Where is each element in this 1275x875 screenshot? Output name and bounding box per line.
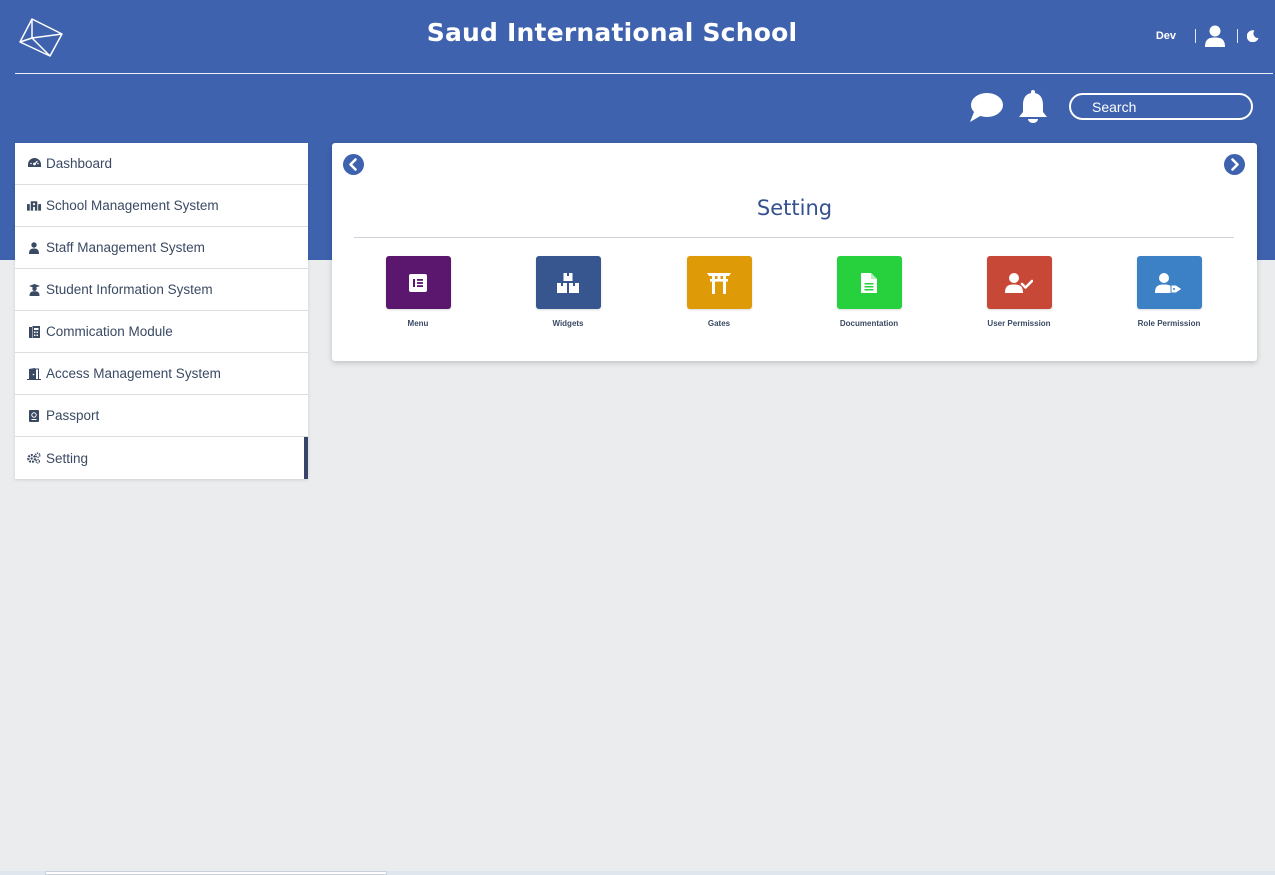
tile-label: Documentation: [839, 319, 899, 328]
tile-user-permission[interactable]: User Permission: [964, 256, 1074, 328]
tile-label: Gates: [707, 319, 731, 328]
sidebar-item-access-management[interactable]: Access Management System: [15, 353, 308, 395]
divider: [1195, 29, 1196, 43]
bell-icon[interactable]: [1018, 90, 1048, 124]
tile-label: User Permission: [987, 319, 1051, 328]
tile-label: Role Permission: [1137, 319, 1201, 328]
sidebar-item-communication-module[interactable]: Commication Module: [15, 311, 308, 353]
sidebar-item-passport[interactable]: Passport: [15, 395, 308, 437]
dashboard-icon: [27, 157, 41, 171]
school-icon: [27, 199, 41, 213]
tile-label: Widgets: [552, 319, 584, 328]
gears-icon: [27, 451, 41, 465]
moon-icon[interactable]: [1247, 30, 1259, 42]
settings-panel: Setting Menu Widgets Gates Documentation: [332, 143, 1257, 361]
user-tag-icon: [1136, 256, 1202, 309]
gate-icon: [686, 256, 752, 309]
sidebar-item-label: School Management System: [46, 198, 219, 213]
access-icon: [27, 367, 41, 381]
user-check-icon: [986, 256, 1052, 309]
widgets-icon: [535, 256, 601, 309]
settings-tiles: Menu Widgets Gates Documentation User Pe…: [332, 256, 1257, 336]
sidebar-item-label: Dashboard: [46, 156, 113, 171]
sidebar-item-label: Access Management System: [46, 366, 221, 381]
scrollbar-thumb[interactable]: [45, 871, 387, 875]
sidebar-item-label: Staff Management System: [46, 240, 205, 255]
tile-widgets[interactable]: Widgets: [513, 256, 623, 328]
sidebar-item-dashboard[interactable]: Dashboard: [15, 143, 308, 185]
sidebar-item-student-information[interactable]: Student Information System: [15, 269, 308, 311]
staff-icon: [27, 241, 41, 255]
sidebar: Dashboard School Management System Staff…: [15, 143, 308, 479]
page-title: Setting: [756, 196, 833, 220]
passport-icon: [27, 409, 41, 423]
next-arrow-icon[interactable]: [1224, 154, 1245, 175]
sidebar-item-setting[interactable]: Setting: [15, 437, 308, 479]
bottom-scrollbar[interactable]: [0, 871, 1275, 875]
tile-role-permission[interactable]: Role Permission: [1114, 256, 1224, 328]
search-input[interactable]: [1069, 93, 1253, 120]
communication-icon: [27, 325, 41, 339]
header-divider: [15, 73, 1273, 74]
user-name[interactable]: Dev: [1156, 30, 1176, 42]
menu-icon: [385, 256, 451, 309]
previous-arrow-icon[interactable]: [343, 154, 364, 175]
top-right-controls: Dev: [1156, 24, 1259, 48]
app-title: Saud International School: [426, 18, 798, 47]
sidebar-item-label: Setting: [46, 450, 89, 466]
sidebar-item-label: Commication Module: [46, 324, 173, 339]
student-icon: [27, 283, 41, 297]
tile-gates[interactable]: Gates: [664, 256, 774, 328]
sidebar-item-staff-management[interactable]: Staff Management System: [15, 227, 308, 269]
tile-menu[interactable]: Menu: [363, 256, 473, 328]
sidebar-item-school-management[interactable]: School Management System: [15, 185, 308, 227]
sidebar-item-label: Passport: [46, 408, 100, 423]
sidebar-item-label: Student Information System: [46, 282, 213, 297]
chat-icon[interactable]: [968, 92, 1004, 124]
divider: [1237, 29, 1238, 43]
title-divider: [354, 237, 1234, 238]
document-icon: [836, 256, 902, 309]
user-icon[interactable]: [1205, 25, 1225, 47]
tile-documentation[interactable]: Documentation: [814, 256, 924, 328]
toolbar: [966, 89, 1258, 125]
tile-label: Menu: [407, 319, 429, 328]
